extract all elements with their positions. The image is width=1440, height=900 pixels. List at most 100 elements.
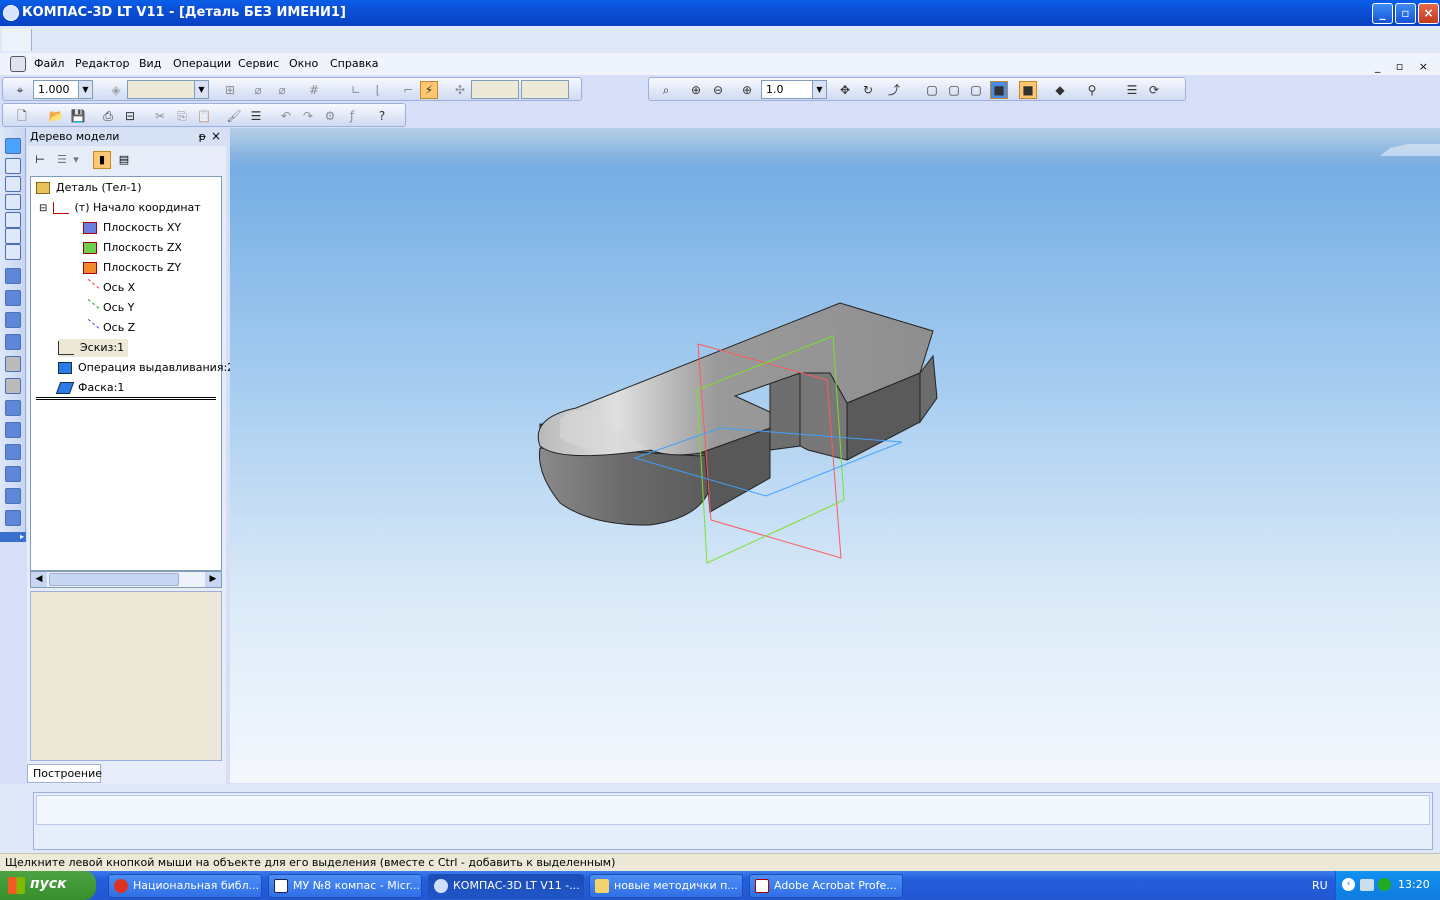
menu-operations[interactable]: Операции xyxy=(173,57,231,70)
shaded-icon[interactable]: ■ xyxy=(990,81,1008,99)
zoom-window-icon[interactable]: ⌕ xyxy=(657,81,675,99)
pan-icon[interactable]: ✥ xyxy=(836,81,854,99)
shell-icon[interactable] xyxy=(5,444,21,460)
scroll-right-icon[interactable]: ▶ xyxy=(205,572,221,587)
plane-zy-icon xyxy=(83,262,97,274)
tree-separate-window-icon[interactable]: ▤ xyxy=(115,151,133,169)
chamfer-icon[interactable] xyxy=(5,422,21,438)
edit-details-icon[interactable] xyxy=(5,138,21,154)
aux-geometry-icon[interactable] xyxy=(5,194,21,210)
select-filter-icon[interactable]: ⚲ xyxy=(1083,81,1101,99)
kompas-app-icon[interactable] xyxy=(3,5,19,21)
hidden-lines-icon[interactable]: ▢ xyxy=(945,81,963,99)
tree-node-chamfer[interactable]: Фаска:1 xyxy=(55,381,124,394)
tree-structure-icon[interactable]: ⊢ xyxy=(31,151,49,169)
task-word-doc[interactable]: МУ №8 компас - Micr... xyxy=(268,874,422,898)
mdi-window-controls[interactable]: _ ▫ × xyxy=(1375,60,1434,73)
dimensions-icon[interactable] xyxy=(5,212,21,228)
maximize-button[interactable]: ▫ xyxy=(1395,3,1416,24)
language-indicator[interactable]: RU xyxy=(1312,879,1328,892)
tree-node-sketch[interactable]: Эскиз:1 xyxy=(58,339,129,357)
orientation-dropdown-icon[interactable]: ⤴ xyxy=(885,81,903,99)
measure-icon[interactable] xyxy=(5,244,21,260)
wireframe-icon[interactable]: ▢ xyxy=(923,81,941,99)
tree-preview-area xyxy=(30,591,222,761)
pin-icon[interactable]: ᵽ xyxy=(199,130,206,143)
curves-icon[interactable] xyxy=(5,176,21,192)
local-cs-icon[interactable]: ⌖ xyxy=(11,81,29,99)
close-button[interactable]: × xyxy=(1418,3,1439,24)
panel-expand-icon[interactable]: ▸ xyxy=(0,532,26,542)
save-icon[interactable]: 💾 xyxy=(69,107,87,125)
network-icon[interactable] xyxy=(1360,879,1374,891)
tree-horizontal-scrollbar[interactable]: ◀ ▶ xyxy=(30,571,222,588)
tree-node-axis-y[interactable]: Ось Y xyxy=(80,298,134,318)
tree-node-origin[interactable]: ⊟ (т) Начало координат xyxy=(39,201,201,214)
rotate-icon[interactable]: ↻ xyxy=(859,81,877,99)
thin-hidden-lines-icon[interactable]: ▢ xyxy=(967,81,985,99)
task-folder[interactable]: новые методички п... xyxy=(589,874,743,898)
task-acrobat[interactable]: Adobe Acrobat Profe... xyxy=(749,874,903,898)
loft-icon[interactable] xyxy=(5,334,21,350)
tree-node-plane-xy[interactable]: Плоскость XY xyxy=(83,221,181,234)
minimize-button[interactable]: _ xyxy=(1372,3,1393,24)
security-icon[interactable] xyxy=(1378,878,1391,891)
hole-icon[interactable] xyxy=(5,510,21,526)
tree-node-plane-zx[interactable]: Плоскость ZX xyxy=(83,241,182,254)
new-document-icon[interactable]: 🗋 xyxy=(13,107,31,125)
start-button[interactable]: пуск xyxy=(0,871,96,900)
document-icon[interactable] xyxy=(10,56,26,72)
part-body[interactable] xyxy=(537,302,938,526)
menu-edit[interactable]: Редактор xyxy=(75,57,130,70)
fillet-icon[interactable] xyxy=(5,400,21,416)
rebuild-icon[interactable]: ⟳ xyxy=(1145,81,1163,99)
extrude-icon[interactable] xyxy=(5,268,21,284)
plane-xy-icon xyxy=(83,222,97,234)
zoom-scale-field[interactable]: 1.0 ▼ xyxy=(761,80,827,99)
menu-file[interactable]: Файл xyxy=(34,57,64,70)
tree-node-plane-zy[interactable]: Плоскость ZY xyxy=(83,261,181,274)
menu-help[interactable]: Справка xyxy=(330,57,378,70)
tray-expand-icon[interactable]: ‹ xyxy=(1342,878,1355,891)
sketch-tools-icon[interactable] xyxy=(5,158,21,174)
mirror-icon[interactable] xyxy=(5,488,21,504)
menu-view[interactable]: Вид xyxy=(139,57,161,70)
tree-node-extrusion[interactable]: Операция выдавливания:2 xyxy=(58,361,234,374)
help-pointer-icon[interactable]: ? xyxy=(373,107,391,125)
model-viewport[interactable] xyxy=(230,128,1440,783)
snap-icon[interactable]: ⚡ xyxy=(420,81,438,99)
open-icon[interactable]: 📂 xyxy=(47,107,65,125)
properties-icon[interactable]: ☰ xyxy=(247,107,265,125)
tree-node-part[interactable]: Деталь (Тел-1) xyxy=(36,181,142,194)
shaded-edges-icon[interactable]: ■ xyxy=(1019,81,1037,99)
revolve-icon[interactable] xyxy=(5,290,21,306)
tree-node-axis-x[interactable]: Ось X xyxy=(80,278,135,298)
clock[interactable]: 13:20 xyxy=(1398,878,1430,891)
manager-icon[interactable]: ⊟ xyxy=(121,107,139,125)
collapse-icon[interactable]: ⊟ xyxy=(39,203,49,214)
rib-icon[interactable] xyxy=(5,466,21,482)
step-field[interactable]: 1.000 ▼ xyxy=(33,80,93,99)
model-properties-icon[interactable]: ☰ xyxy=(1123,81,1141,99)
zoom-out-icon[interactable]: ⊖ xyxy=(709,81,727,99)
close-tree-icon[interactable]: × xyxy=(211,129,221,143)
task-kompas[interactable]: КОМПАС-3D LT V11 -... xyxy=(428,874,584,898)
tree-node-axis-z[interactable]: Ось Z xyxy=(80,318,135,338)
kinematic-icon[interactable] xyxy=(5,312,21,328)
perspective-icon[interactable]: ◆ xyxy=(1051,81,1069,99)
scroll-thumb[interactable] xyxy=(49,573,179,586)
selection-icon[interactable] xyxy=(5,228,21,244)
paste-icon: 📋 xyxy=(196,109,212,123)
task-national-library[interactable]: Национальная библ... xyxy=(108,874,262,898)
preview-icon[interactable]: ⎙ xyxy=(99,107,117,125)
zoom-in-icon[interactable]: ⊕ xyxy=(687,81,705,99)
toolbar-grip[interactable] xyxy=(2,29,32,51)
menu-window[interactable]: Окно xyxy=(289,57,318,70)
tree-show-icon[interactable]: ▮ xyxy=(93,151,111,169)
scroll-left-icon[interactable]: ◀ xyxy=(31,572,47,587)
end-of-tree-marker[interactable] xyxy=(36,397,216,400)
zoom-scale-icon[interactable]: ⊕ xyxy=(738,81,756,99)
axis-y-icon xyxy=(80,298,100,318)
menu-service[interactable]: Сервис xyxy=(238,57,279,70)
tab-build[interactable]: Построение xyxy=(27,764,102,783)
